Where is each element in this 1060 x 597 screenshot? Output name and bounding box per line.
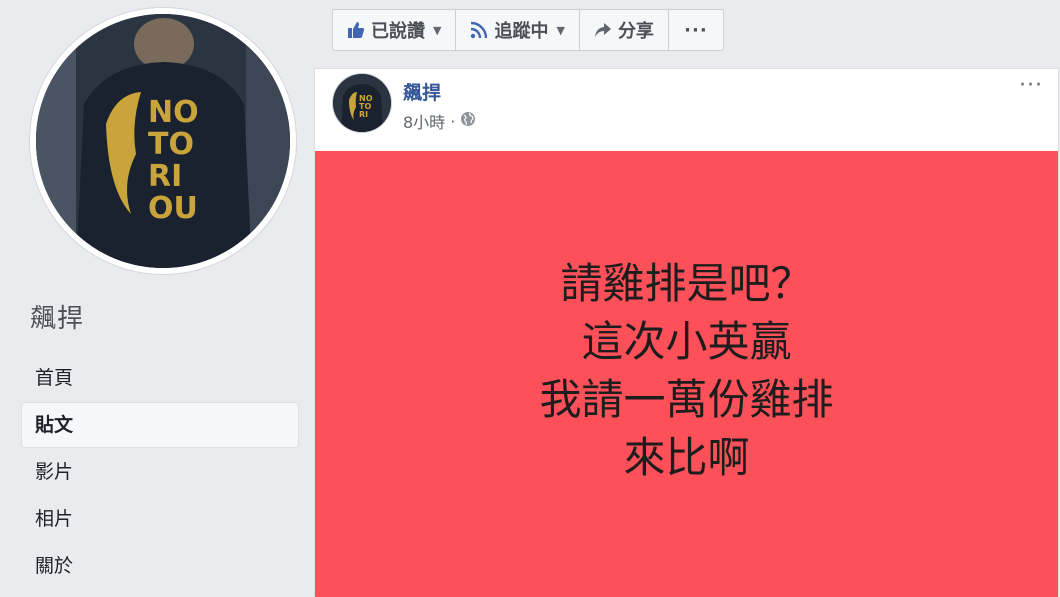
- post-message-line: 來比啊: [623, 433, 750, 482]
- chevron-down-icon: ▼: [433, 23, 442, 37]
- post-timestamp[interactable]: 8小時: [403, 109, 445, 133]
- post-text-banner: 請雞排是吧？ 這次小英贏 我請一萬份雞排 來比啊: [315, 151, 1058, 597]
- nav-item-photos[interactable]: 相片: [22, 497, 298, 541]
- share-button[interactable]: 分享: [580, 10, 669, 50]
- svg-text:RI: RI: [148, 159, 182, 194]
- nav-item-posts[interactable]: 貼文: [22, 403, 298, 447]
- rss-icon: [470, 21, 488, 39]
- svg-text:TO: TO: [148, 127, 194, 162]
- share-button-label: 分享: [617, 21, 654, 42]
- nav-item-home[interactable]: 首頁: [22, 356, 298, 400]
- post-message-line: 我請一萬份雞排: [539, 375, 834, 424]
- following-button[interactable]: 追蹤中 ▼: [456, 10, 580, 50]
- liked-button-label: 已說讚: [371, 21, 425, 42]
- more-options-button[interactable]: ···: [669, 10, 723, 50]
- nav-item-about[interactable]: 關於: [22, 544, 298, 588]
- jacket-photo-thumbnail: NO TO RI: [333, 74, 391, 132]
- jacket-photo-illustration: NO TO RI OU: [36, 14, 290, 268]
- svg-text:OU: OU: [148, 191, 198, 226]
- post-author-avatar[interactable]: NO TO RI: [333, 74, 391, 132]
- share-arrow-icon: [594, 22, 612, 38]
- post-meta: 8小時 ·: [403, 109, 476, 133]
- nav-item-videos[interactable]: 影片: [22, 450, 298, 494]
- profile-photo-image: NO TO RI OU: [36, 14, 290, 268]
- svg-text:RI: RI: [359, 110, 368, 119]
- svg-text:NO: NO: [148, 95, 199, 130]
- following-button-label: 追蹤中: [494, 21, 549, 42]
- liked-button[interactable]: 已說讚 ▼: [333, 10, 457, 50]
- thumbs-up-icon: [347, 21, 365, 39]
- page-action-bar: 已說讚 ▼ 追蹤中 ▼ 分享 ···: [332, 9, 724, 51]
- post-options-button[interactable]: ···: [1019, 73, 1043, 98]
- page-nav: 首頁 貼文 影片 相片 關於: [22, 356, 298, 591]
- post-author-name[interactable]: 飆捍: [403, 78, 441, 105]
- post-message-line: 請雞排是吧？: [560, 259, 813, 308]
- page-sidebar: NO TO RI OU 飆捍 首頁 貼文 影片 相片 關於: [0, 0, 314, 596]
- post-card: NO TO RI 飆捍 8小時 · ··· 請雞排是吧？ 這次小英贏 我請一萬份…: [314, 68, 1059, 597]
- globe-icon[interactable]: [460, 111, 476, 131]
- post-message: 請雞排是吧？ 這次小英贏 我請一萬份雞排 來比啊: [539, 255, 833, 487]
- profile-picture[interactable]: NO TO RI OU: [30, 8, 296, 274]
- post-message-line: 這次小英贏: [581, 317, 792, 366]
- meta-separator: ·: [450, 111, 456, 131]
- page-title: 飆捍: [30, 304, 85, 334]
- more-icon: ···: [684, 19, 708, 41]
- chevron-down-icon: ▼: [556, 23, 565, 37]
